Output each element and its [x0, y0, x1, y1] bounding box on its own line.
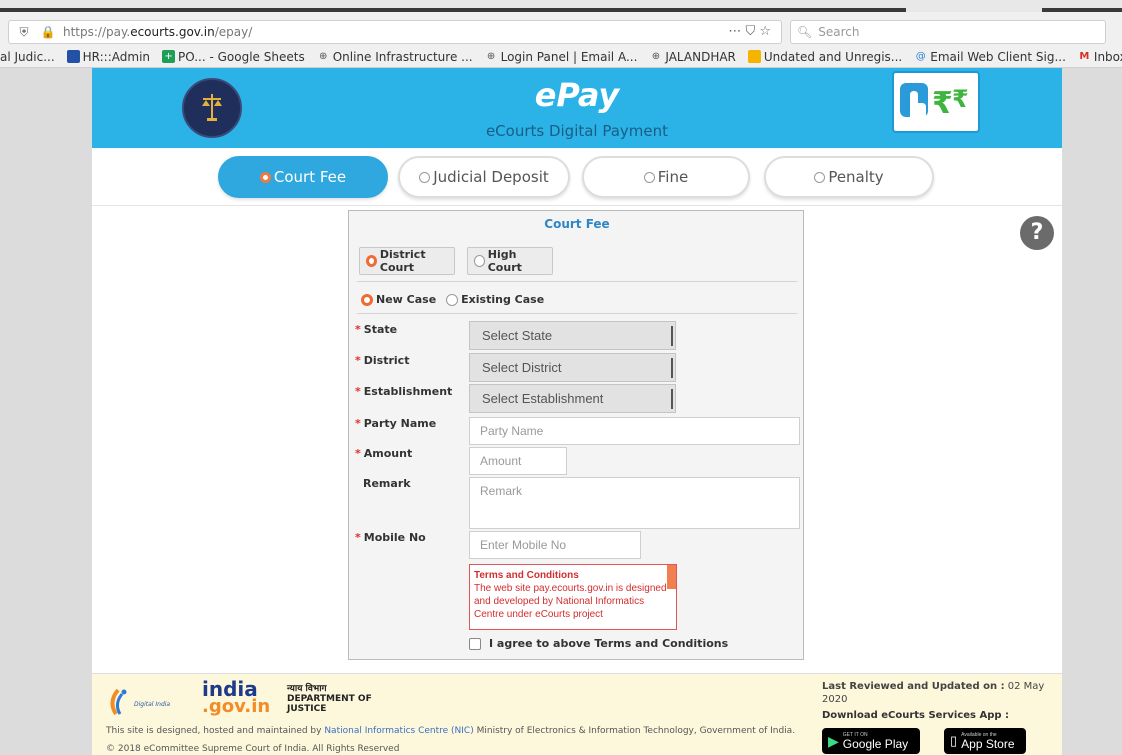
agree-terms[interactable]: I agree to above Terms and Conditions: [469, 637, 728, 650]
window-top-strip: [0, 0, 1122, 12]
play-icon: ▶: [828, 732, 839, 749]
amount-input[interactable]: Amount: [469, 447, 567, 475]
bookmark-item[interactable]: + PO... - Google Sheets: [162, 50, 305, 64]
epay-page: ePay eCourts Digital Payment ₹ ₹ Court F…: [92, 68, 1062, 755]
help-icon[interactable]: ?: [1020, 216, 1054, 250]
address-bar[interactable]: ⛨ 🔒 https://pay.ecourts.gov.in/epay/ ⋯ ⛉…: [8, 20, 782, 44]
terms-scrollbar[interactable]: [667, 565, 676, 589]
shield-icon[interactable]: ⛨: [15, 25, 33, 40]
terms-text: The web site pay.ecourts.gov.in is desig…: [474, 583, 667, 620]
url-text[interactable]: https://pay.ecourts.gov.in/epay/: [63, 25, 252, 39]
last-reviewed: Last Reviewed and Updated on : 02 May 20…: [822, 681, 1045, 705]
radio-icon: [814, 171, 826, 183]
phone-icon: ▯: [950, 733, 958, 748]
epay-logo: ₹ ₹: [892, 71, 980, 133]
terms-box[interactable]: Terms and Conditions The web site pay.ec…: [469, 564, 677, 630]
lock-icon[interactable]: 🔒: [39, 25, 57, 39]
search-icon: 🔍︎: [797, 25, 813, 39]
radio-icon: [643, 171, 655, 183]
hand-rupee-icon: ₹ ₹: [900, 83, 969, 121]
radio-icon: [366, 255, 377, 267]
remark-label: Remark: [363, 477, 411, 490]
search-input[interactable]: 🔍︎ Search: [790, 20, 1106, 44]
browser-toolbar: ⛨ 🔒 https://pay.ecourts.gov.in/epay/ ⋯ ⛉…: [0, 12, 1122, 46]
page-footer: Digital India india .gov.in न्याय विभाग …: [92, 673, 1062, 755]
district-select[interactable]: Select District: [469, 353, 676, 382]
tab-fine[interactable]: Fine: [582, 156, 750, 198]
new-case-radio[interactable]: [361, 293, 373, 306]
bookmark-item[interactable]: ⊕ JALANDHAR: [649, 50, 736, 64]
bookmark-item[interactable]: Undated and Unregis...: [747, 50, 902, 64]
agree-checkbox[interactable]: [469, 637, 481, 650]
footer-credit: This site is designed, hosted and mainta…: [106, 726, 796, 736]
state-select[interactable]: Select State: [469, 321, 676, 350]
blue-square-icon: [66, 50, 80, 63]
globe-icon: ⊕: [319, 51, 328, 62]
court-fee-form: Court Fee District Court High Court New …: [348, 210, 804, 660]
existing-case-label[interactable]: Existing Case: [461, 293, 544, 306]
footer-copyright: © 2018 eCommittee Supreme Court of India…: [106, 744, 400, 754]
download-app-label: Download eCourts Services App :: [822, 710, 1010, 721]
divider: [357, 313, 797, 314]
bookmarks-bar: al Judic... HR:::Admin + PO... - Google S…: [0, 46, 1122, 68]
case-type-options: New Case Existing Case: [361, 293, 544, 306]
bookmark-item[interactable]: ⊕ Login Panel | Email A...: [485, 50, 637, 64]
bookmark-item[interactable]: ⊕ Online Infrastructure ...: [317, 50, 473, 64]
payment-type-tabs: Court Fee Judicial Deposit Fine Penalty: [92, 148, 1062, 206]
amount-label: * Amount: [355, 447, 413, 460]
digital-india-logo[interactable]: Digital India: [106, 684, 186, 718]
app-store-button[interactable]: ▯ Available on the App Store: [944, 728, 1026, 754]
svg-text:Digital India: Digital India: [134, 701, 170, 708]
page-actions[interactable]: ⋯ ⛉ ☆: [728, 24, 771, 39]
digital-india-icon: Digital India: [110, 688, 170, 716]
divider: [357, 281, 797, 282]
google-play-button[interactable]: ▶ GET IT ON Google Play: [822, 728, 920, 754]
mobile-input[interactable]: Enter Mobile No: [469, 531, 641, 559]
drive-icon: [747, 50, 761, 63]
globe-icon: ⊕: [651, 51, 661, 62]
tab-judicial-deposit[interactable]: Judicial Deposit: [398, 156, 570, 198]
page-header: ePay eCourts Digital Payment ₹ ₹: [92, 68, 1062, 148]
radio-icon: [474, 255, 485, 267]
new-case-label[interactable]: New Case: [376, 293, 436, 306]
bookmark-item[interactable]: MInbox - d: [1078, 50, 1122, 64]
mobile-label: * Mobile No: [355, 531, 426, 544]
globe-icon: ⊕: [486, 51, 496, 62]
mail-icon: @: [915, 51, 926, 62]
svg-text:₹: ₹: [932, 86, 953, 121]
india-gov-logo[interactable]: india .gov.in: [202, 679, 270, 716]
agree-label: I agree to above Terms and Conditions: [489, 637, 729, 650]
bookmark-item[interactable]: al Judic...: [0, 50, 55, 64]
state-label: * State: [355, 323, 398, 336]
search-placeholder: Search: [818, 25, 860, 39]
terms-heading: Terms and Conditions: [474, 570, 579, 581]
establishment-label: * Establishment: [355, 385, 453, 398]
district-court-option[interactable]: District Court: [359, 247, 455, 275]
high-court-option[interactable]: High Court: [467, 247, 553, 275]
remark-textarea[interactable]: Remark: [469, 477, 800, 529]
district-label: * District: [355, 354, 410, 367]
form-title: Court Fee: [544, 217, 610, 231]
bookmark-item[interactable]: @ Email Web Client Sig...: [914, 50, 1066, 64]
sheets-icon: +: [162, 50, 176, 63]
party-name-input[interactable]: Party Name: [469, 417, 800, 445]
tab-penalty[interactable]: Penalty: [764, 156, 934, 198]
tab-court-fee[interactable]: Court Fee: [218, 156, 388, 198]
bookmark-item[interactable]: HR:::Admin: [66, 50, 150, 64]
establishment-select[interactable]: Select Establishment: [469, 384, 676, 413]
department-of-justice-logo: न्याय विभाग DEPARTMENT OF JUSTICE: [287, 684, 372, 714]
svg-text:₹: ₹: [952, 85, 969, 113]
gmail-icon: M: [1079, 51, 1090, 62]
existing-case-radio[interactable]: [446, 293, 459, 306]
party-name-label: * Party Name: [355, 417, 437, 430]
nic-link[interactable]: National Informatics Centre (NIC): [324, 726, 473, 736]
radio-icon: [259, 171, 271, 183]
radio-icon: [419, 171, 431, 183]
